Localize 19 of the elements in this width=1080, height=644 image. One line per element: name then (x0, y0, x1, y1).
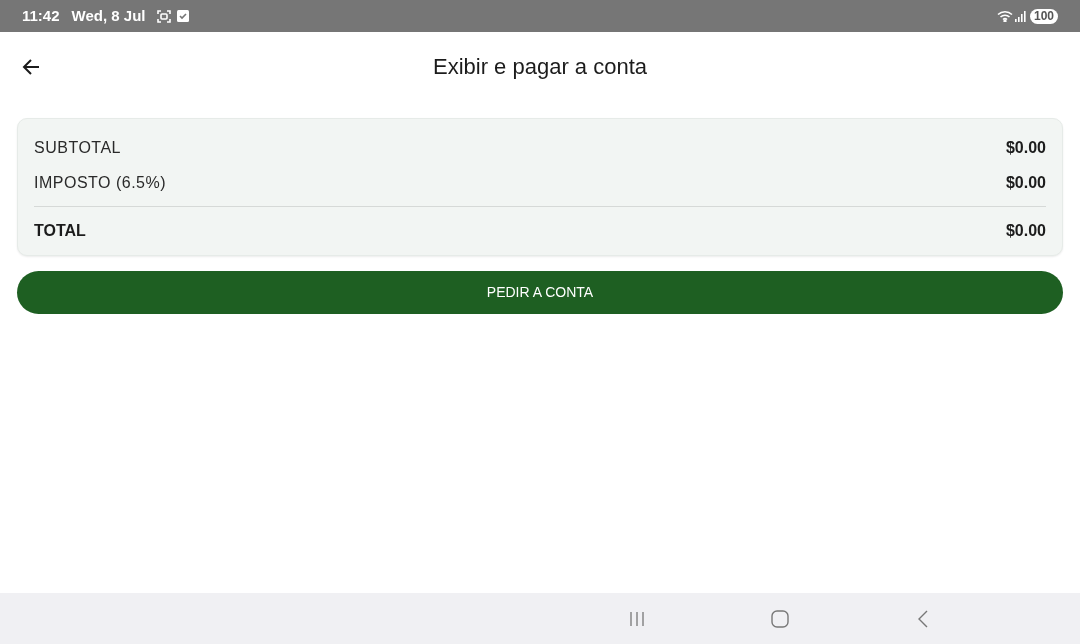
summary-value: $0.00 (1005, 172, 1046, 193)
summary-label: SUBTOTAL (34, 137, 121, 158)
summary-label: IMPOSTO (6.5%) (34, 172, 167, 193)
total-label: TOTAL (34, 221, 86, 241)
home-icon (771, 609, 789, 628)
status-date: Wed, 8 Jul (71, 5, 146, 26)
recent-apps-icon (629, 610, 645, 627)
summary-value: $0.00 (1005, 137, 1046, 158)
wifi-icon (996, 10, 1013, 22)
request-bill-button[interactable]: PEDIR A CONTA (17, 271, 1063, 314)
screenshot-icon (157, 9, 172, 23)
status-time: 11:42 (22, 5, 60, 26)
total-value: $0.00 (1005, 221, 1046, 241)
back-arrow-icon (22, 59, 40, 75)
checkbox-icon (177, 10, 190, 22)
page-title: Exibir e pagar a conta (433, 52, 647, 81)
signal-icon (1014, 10, 1026, 22)
chevron-left-icon (918, 609, 928, 628)
battery-indicator: 100 (1029, 8, 1058, 24)
